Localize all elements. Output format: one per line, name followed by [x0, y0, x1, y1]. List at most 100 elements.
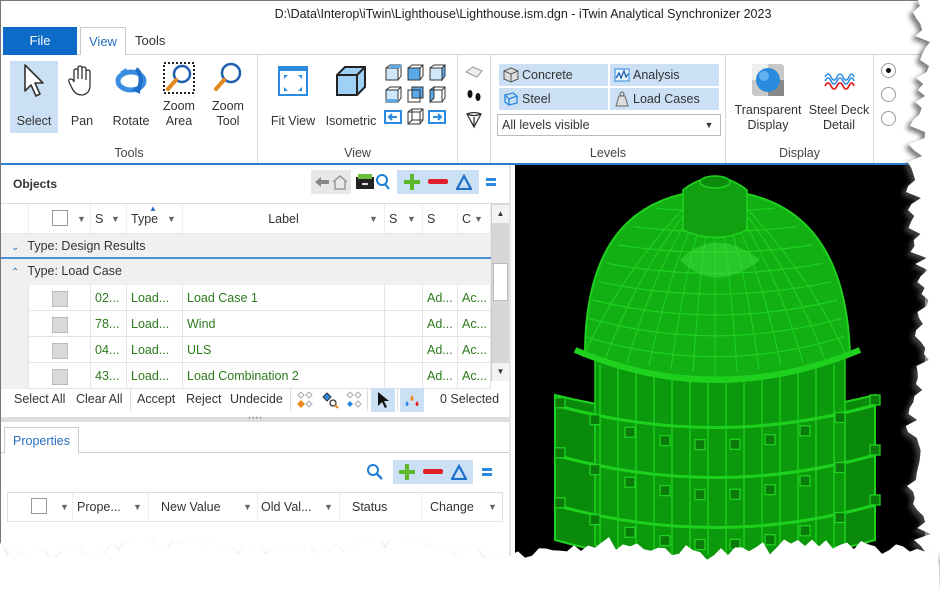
search-icon[interactable] [363, 460, 387, 484]
hide-elements-icon[interactable] [343, 390, 365, 410]
column-header-change[interactable]: Change ▼ [422, 493, 504, 521]
row-checkbox[interactable] [52, 316, 68, 333]
added-filter-icon[interactable] [394, 463, 420, 481]
tab-tools[interactable]: Tools [127, 27, 173, 55]
accept-button[interactable]: Accept [137, 392, 175, 406]
levels-dropdown[interactable]: All levels visible ▼ [497, 114, 721, 136]
modified-filter-icon[interactable] [446, 464, 472, 480]
modified-filter-icon[interactable] [451, 174, 477, 190]
chevron-down-icon[interactable]: ⌄ [11, 242, 19, 253]
concrete-toggle[interactable]: Concrete [499, 64, 608, 86]
filter-icon[interactable]: ▼ [407, 204, 416, 234]
column-header-c[interactable]: C ▼ [458, 204, 491, 234]
back-home-button[interactable] [311, 170, 351, 194]
zoom-area-button[interactable]: Zoom Area [155, 61, 203, 133]
filter-icon[interactable]: ▼ [111, 204, 120, 234]
select-button[interactable]: Select [10, 61, 58, 133]
select-all-checkbox[interactable] [52, 210, 68, 226]
column-header-type[interactable]: Type ▲ ▼ [127, 204, 183, 234]
zoom-tool-button[interactable]: Zoom Tool [204, 61, 252, 133]
unchanged-filter-icon[interactable] [477, 460, 497, 484]
isometric-button[interactable]: Isometric [322, 61, 380, 133]
find-elements-icon[interactable] [319, 390, 341, 410]
row-checkbox[interactable] [52, 290, 68, 307]
iso-view-icon[interactable] [404, 106, 426, 128]
reject-button[interactable]: Reject [186, 392, 221, 406]
front-view-icon[interactable] [404, 62, 426, 84]
table-row[interactable]: 04... Load... ULS Ad... Ac... [1, 337, 491, 363]
top-view-icon[interactable] [382, 62, 404, 84]
group-row-load-case[interactable]: ⌃ Type: Load Case [1, 259, 491, 285]
analysis-toggle[interactable]: Analysis [610, 64, 719, 86]
show-elements-icon[interactable] [294, 390, 316, 410]
column-header-s2[interactable]: S ▼ [385, 204, 423, 234]
column-header-s3[interactable]: S [423, 204, 458, 234]
find-object-button[interactable] [353, 170, 393, 194]
right-view-icon[interactable] [426, 62, 448, 84]
select-mode-button[interactable] [371, 388, 395, 412]
radio-option-3[interactable] [881, 111, 896, 126]
filter-icon[interactable]: ▼ [474, 204, 483, 234]
load-cases-toggle[interactable]: Load Cases [610, 88, 719, 110]
filter-icon[interactable]: ▼ [133, 493, 142, 521]
left-view-icon[interactable] [426, 84, 448, 106]
filter-icon[interactable]: ▼ [167, 204, 176, 234]
objects-scrollbar[interactable]: ▲ ▼ [491, 203, 509, 381]
column-header-old-value[interactable]: Old Val... ▼ [258, 493, 340, 521]
clear-all-button[interactable]: Clear All [76, 392, 123, 406]
walk-footprints-icon[interactable] [465, 87, 483, 105]
3d-viewport[interactable] [515, 165, 925, 560]
scroll-up-arrow[interactable]: ▲ [492, 205, 509, 223]
steel-toggle[interactable]: Steel [499, 88, 608, 110]
table-row[interactable]: 02... Load... Load Case 1 Ad... Ac... [1, 285, 491, 311]
panel-divider[interactable] [509, 165, 511, 560]
radio-option-2[interactable] [881, 87, 896, 102]
select-all-checkbox[interactable] [31, 498, 47, 514]
panel-splitter[interactable]: • • • • [1, 416, 509, 422]
added-filter-icon[interactable] [399, 173, 425, 191]
cell-s: 04... [91, 337, 127, 363]
tab-properties[interactable]: Properties [4, 427, 79, 454]
fit-view-button[interactable]: Fit View [268, 61, 318, 133]
column-header-s[interactable]: S ▼ [91, 204, 127, 234]
back-view-icon[interactable] [404, 84, 426, 106]
chevron-up-icon[interactable]: ⌃ [11, 267, 19, 278]
unchanged-filter-icon[interactable] [481, 170, 501, 194]
filter-icon[interactable]: ▼ [243, 493, 252, 521]
rotate-button[interactable]: Rotate [107, 61, 155, 133]
scroll-down-arrow[interactable]: ▼ [492, 363, 509, 381]
group-row-design-results[interactable]: ⌄ Type: Design Results [1, 234, 491, 259]
table-row[interactable]: 78... Load... Wind Ad... Ac... [1, 311, 491, 337]
column-header-label[interactable]: Label ▼ [183, 204, 385, 234]
filter-icon[interactable]: ▼ [60, 493, 69, 521]
bottom-view-icon[interactable] [382, 84, 404, 106]
radio-option-1[interactable] [881, 63, 896, 78]
select-column-header[interactable]: ▼ [8, 493, 73, 521]
removed-filter-icon[interactable] [420, 468, 446, 476]
tab-file[interactable]: File [3, 27, 77, 55]
filter-icon[interactable]: ▼ [77, 204, 86, 234]
column-header-status[interactable]: Status [340, 493, 422, 521]
color-mode-button[interactable] [400, 388, 424, 412]
column-header-new-value[interactable]: New Value ▼ [149, 493, 258, 521]
rotate-right-icon[interactable] [426, 106, 448, 128]
row-checkbox-cell [29, 285, 91, 311]
fly-icon[interactable] [465, 63, 483, 81]
select-column-header[interactable]: ▼ [29, 204, 91, 234]
scroll-thumb[interactable] [493, 263, 508, 301]
row-stub [1, 285, 29, 311]
row-checkbox[interactable] [52, 342, 68, 359]
filter-icon[interactable]: ▼ [324, 493, 333, 521]
removed-filter-icon[interactable] [425, 178, 451, 186]
column-header-property[interactable]: Prope... ▼ [73, 493, 149, 521]
clip-volume-icon[interactable] [465, 111, 483, 129]
tab-view[interactable]: View [80, 27, 126, 56]
rotate-left-icon[interactable] [382, 106, 404, 128]
steel-deck-detail-button[interactable]: Steel Deck Detail [806, 61, 872, 133]
undecide-button[interactable]: Undecide [230, 392, 283, 406]
filter-icon[interactable]: ▼ [488, 493, 497, 521]
select-all-button[interactable]: Select All [14, 392, 65, 406]
transparent-display-button[interactable]: Transparent Display [732, 61, 804, 133]
pan-button[interactable]: Pan [58, 61, 106, 133]
filter-icon[interactable]: ▼ [369, 204, 378, 234]
